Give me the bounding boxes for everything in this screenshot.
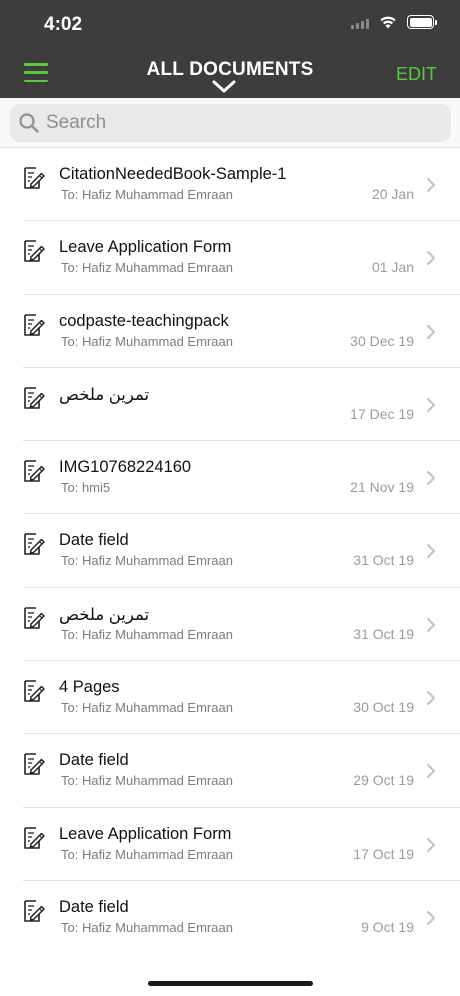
- document-recipient: To: Hafiz Muhammad Emraan: [61, 700, 233, 716]
- home-indicator: [148, 981, 313, 986]
- document-title: codpaste-teachingpack: [59, 311, 229, 330]
- document-edit-icon: [22, 899, 46, 923]
- status-icons: [351, 15, 437, 29]
- document-title: Leave Application Form: [59, 824, 232, 843]
- chevron-right-icon: [426, 910, 436, 931]
- document-edit-icon: [22, 386, 46, 410]
- document-title: Date field: [59, 751, 129, 770]
- document-title: 4 Pages: [59, 678, 120, 697]
- document-edit-icon: [22, 459, 46, 483]
- document-edit-icon: [22, 752, 46, 776]
- document-edit-icon: [22, 313, 46, 337]
- document-date: 9 Oct 19: [361, 918, 414, 935]
- document-row[interactable]: Date field To: Hafiz Muhammad Emraan 29 Oc…: [0, 734, 460, 808]
- chevron-right-icon: [426, 324, 436, 345]
- status-time: 4:02: [44, 14, 83, 35]
- chevron-down-icon[interactable]: [212, 80, 236, 94]
- document-title: CitationNeededBook-Sample-1: [59, 165, 287, 183]
- document-recipient: To: Hafiz Muhammad Emraan: [61, 626, 233, 642]
- document-date: 30 Dec 19: [350, 332, 414, 349]
- document-row[interactable]: IMG10768224160 To: hmi5 21 Nov 19: [0, 441, 460, 515]
- document-edit-icon: [22, 826, 46, 850]
- document-row[interactable]: تمرين ملخص To: Hafiz Muhammad Emraan 31 Oc…: [0, 588, 460, 662]
- document-edit-icon: [22, 239, 46, 263]
- battery-icon: [407, 15, 437, 29]
- chevron-right-icon: [426, 543, 436, 564]
- document-recipient: To: Hafiz Muhammad Emraan: [61, 553, 233, 569]
- chevron-right-icon: [426, 470, 436, 491]
- page-title: ALL DOCUMENTS: [146, 59, 314, 80]
- document-row[interactable]: Date field To: Hafiz Muhammad Emraan 31 Oc…: [0, 514, 460, 589]
- chevron-right-icon: [426, 617, 436, 638]
- document-row[interactable]: Leave Application Form To: Hafiz Muhammad…: [0, 808, 460, 882]
- document-row[interactable]: codpaste-teachingpack To: Hafiz Muhammad …: [0, 295, 460, 369]
- document-edit-icon: [22, 166, 46, 190]
- document-row[interactable]: تمرين ملخص 17 Dec 19: [0, 368, 460, 442]
- chevron-right-icon: [426, 250, 436, 271]
- wifi-icon: [380, 16, 396, 29]
- document-recipient: To: Hafiz Muhammad Emraan: [61, 333, 233, 349]
- document-title: Date field: [59, 897, 129, 916]
- chevron-right-icon: [426, 763, 436, 784]
- document-date: 31 Oct 19: [353, 625, 414, 642]
- document-date: 29 Oct 19: [353, 772, 414, 789]
- document-title: Leave Application Form: [59, 238, 232, 257]
- chevron-right-icon: [426, 837, 436, 858]
- document-row[interactable]: 4 Pages To: Hafiz Muhammad Emraan 30 Oct 1…: [0, 661, 460, 735]
- document-title: تمرين ملخص: [59, 605, 150, 624]
- document-recipient: To: Hafiz Muhammad Emraan: [61, 919, 233, 935]
- document-edit-icon: [22, 606, 46, 630]
- document-row[interactable]: CitationNeededBook-Sample-1 To: Hafiz Muh…: [0, 148, 460, 222]
- chevron-right-icon: [426, 690, 436, 711]
- document-row[interactable]: Leave Application Form To: Hafiz Muhammad…: [0, 221, 460, 295]
- document-recipient: To: Hafiz Muhammad Emraan: [61, 773, 233, 789]
- document-title: IMG10768224160: [59, 458, 192, 477]
- document-date: 01 Jan: [371, 259, 414, 276]
- edit-button[interactable]: EDIT: [396, 64, 437, 85]
- document-recipient: To: Hafiz Muhammad Emraan: [61, 846, 233, 862]
- nav-header: 4:02 ALL DOCUMENTS EDIT: [0, 0, 460, 98]
- cellular-signal-icon: [351, 15, 369, 29]
- document-date: 17 Dec 19: [350, 405, 414, 422]
- document-title: Date field: [59, 531, 129, 550]
- document-edit-icon: [22, 679, 46, 703]
- document-edit-icon: [22, 532, 46, 556]
- document-date: 21 Nov 19: [350, 479, 414, 496]
- chevron-right-icon: [426, 177, 436, 198]
- search-bar-container: [0, 98, 460, 148]
- search-bar[interactable]: [10, 104, 451, 142]
- documents-list: CitationNeededBook-Sample-1 To: Hafiz Muh…: [0, 148, 460, 954]
- document-recipient: To: Hafiz Muhammad Emraan: [61, 260, 233, 276]
- search-input[interactable]: [46, 112, 426, 134]
- document-date: 30 Oct 19: [353, 699, 414, 716]
- document-date: 20 Jan: [371, 186, 414, 202]
- document-recipient: To: Hafiz Muhammad Emraan: [61, 187, 233, 202]
- document-title: تمرين ملخص: [59, 385, 150, 404]
- search-icon: [19, 113, 39, 133]
- chevron-right-icon: [426, 397, 436, 418]
- document-date: 31 Oct 19: [353, 552, 414, 569]
- document-row[interactable]: Date field To: Hafiz Muhammad Emraan 9 Oct…: [0, 881, 460, 954]
- document-recipient: To: hmi5: [61, 480, 111, 496]
- document-date: 17 Oct 19: [353, 845, 414, 862]
